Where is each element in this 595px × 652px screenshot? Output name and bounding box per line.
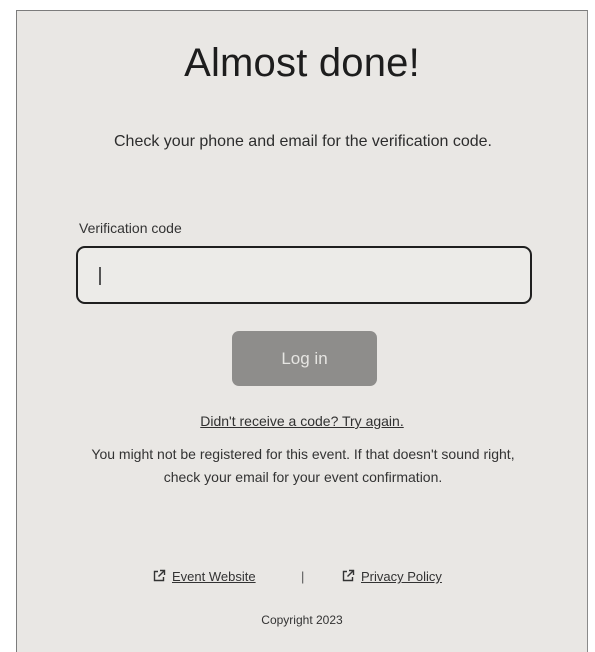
verification-code-label: Verification code	[79, 220, 182, 236]
login-button[interactable]: Log in	[232, 331, 377, 386]
verification-code-input[interactable]	[76, 246, 532, 304]
event-website-label: Event Website	[172, 569, 256, 584]
page-title: Almost done!	[184, 41, 420, 85]
registration-notice: You might not be registered for this eve…	[91, 446, 515, 485]
event-website-link[interactable]: Event Website	[152, 569, 256, 586]
text-cursor	[99, 267, 101, 285]
external-link-icon	[341, 569, 355, 586]
privacy-policy-link[interactable]: Privacy Policy	[341, 569, 442, 586]
external-link-icon	[152, 569, 166, 586]
copyright-text: Copyright 2023	[261, 613, 343, 627]
verification-panel: Almost done! Check your phone and email …	[16, 10, 588, 652]
try-again-link[interactable]: Didn't receive a code? Try again.	[17, 413, 587, 429]
privacy-policy-label: Privacy Policy	[361, 569, 442, 584]
footer-separator: |	[301, 569, 305, 584]
instructions-text: Check your phone and email for the verif…	[114, 133, 492, 150]
